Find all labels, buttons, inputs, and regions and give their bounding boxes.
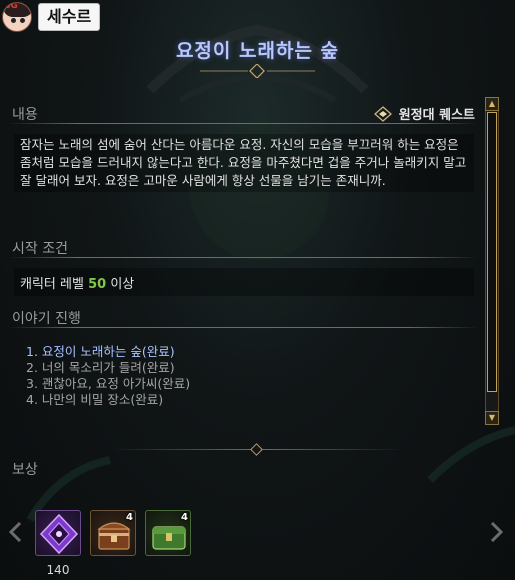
reward-item-1[interactable] <box>35 510 81 556</box>
quest-type-label: 원정대 퀘스트 <box>398 108 475 123</box>
level-suffix: 이상 <box>110 277 135 292</box>
content-label: 내용 <box>12 107 38 123</box>
start-condition: 캐릭터 레벨 50 이상 <box>14 268 474 296</box>
reward-item-2-count: 4 <box>126 512 133 523</box>
expedition-icon <box>373 105 392 122</box>
progress-step-4[interactable]: 4. 나만의 비밀 장소(완료) <box>26 392 190 408</box>
progress-label: 이야기 진행 <box>12 311 81 327</box>
reward-prev-arrow-icon[interactable] <box>6 520 26 544</box>
quest-type: 원정대 퀘스트 <box>373 104 475 123</box>
level-value: 50 <box>88 277 107 292</box>
reward-item-3-count: 4 <box>181 512 188 523</box>
title-ornament-icon <box>200 64 315 78</box>
scrollbar-thumb[interactable] <box>487 112 497 392</box>
character-name: 세수르 <box>38 3 101 31</box>
purple-crystal-icon <box>39 513 79 555</box>
reward-item-2[interactable]: 4 <box>90 510 136 556</box>
avatar: GG <box>2 2 32 32</box>
reward-label: 보상 <box>12 462 38 478</box>
start-divider <box>8 257 478 258</box>
scroll-down-button[interactable]: ▼ <box>485 411 499 425</box>
reward-item-1-amount: 140 <box>46 563 70 577</box>
progress-step-3[interactable]: 3. 괜찮아요, 요정 아가씨(완료) <box>26 376 190 392</box>
divider-diamond-icon <box>250 443 263 456</box>
level-prefix: 캐릭터 레벨 <box>20 277 84 292</box>
progress-list: 1. 요정이 노래하는 숲(완료) 2. 너의 목소리가 들려(완료) 3. 괜… <box>26 344 190 408</box>
progress-divider <box>8 327 478 328</box>
guild-badge-text: GG <box>3 2 18 11</box>
reward-next-arrow-icon[interactable] <box>486 520 506 544</box>
reward-item-3[interactable]: 4 <box>145 510 191 556</box>
progress-step-2[interactable]: 2. 너의 목소리가 들려(완료) <box>26 360 190 376</box>
start-condition-label: 시작 조건 <box>12 241 68 257</box>
content-divider <box>8 123 478 124</box>
user-badge: GG 세수르 <box>2 2 101 32</box>
quest-title: 요정이 노래하는 숲 <box>175 40 340 62</box>
progress-step-1[interactable]: 1. 요정이 노래하는 숲(완료) <box>26 344 190 360</box>
scroll-up-button[interactable]: ▲ <box>485 97 499 111</box>
quest-description: 잠자는 노래의 섬에 숨어 산다는 아름다운 요정. 자신의 모습을 부끄러워 … <box>14 134 474 192</box>
